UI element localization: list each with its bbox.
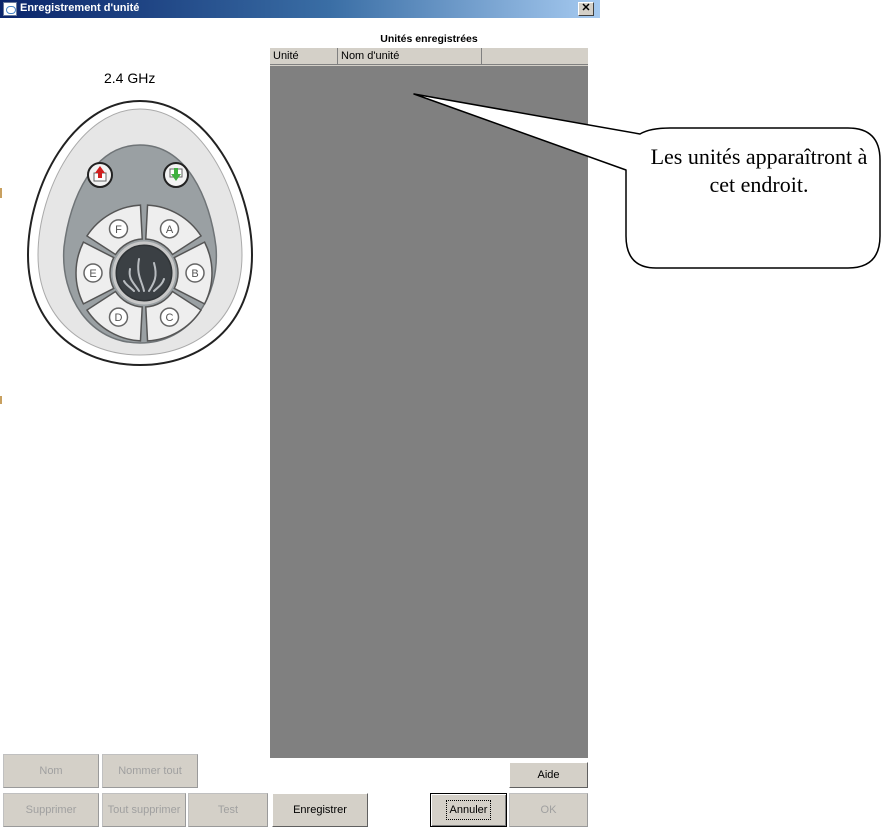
callout-bubble [413,93,881,269]
callout-text: Les unités apparaîtront à cet endroit. [650,144,868,197]
